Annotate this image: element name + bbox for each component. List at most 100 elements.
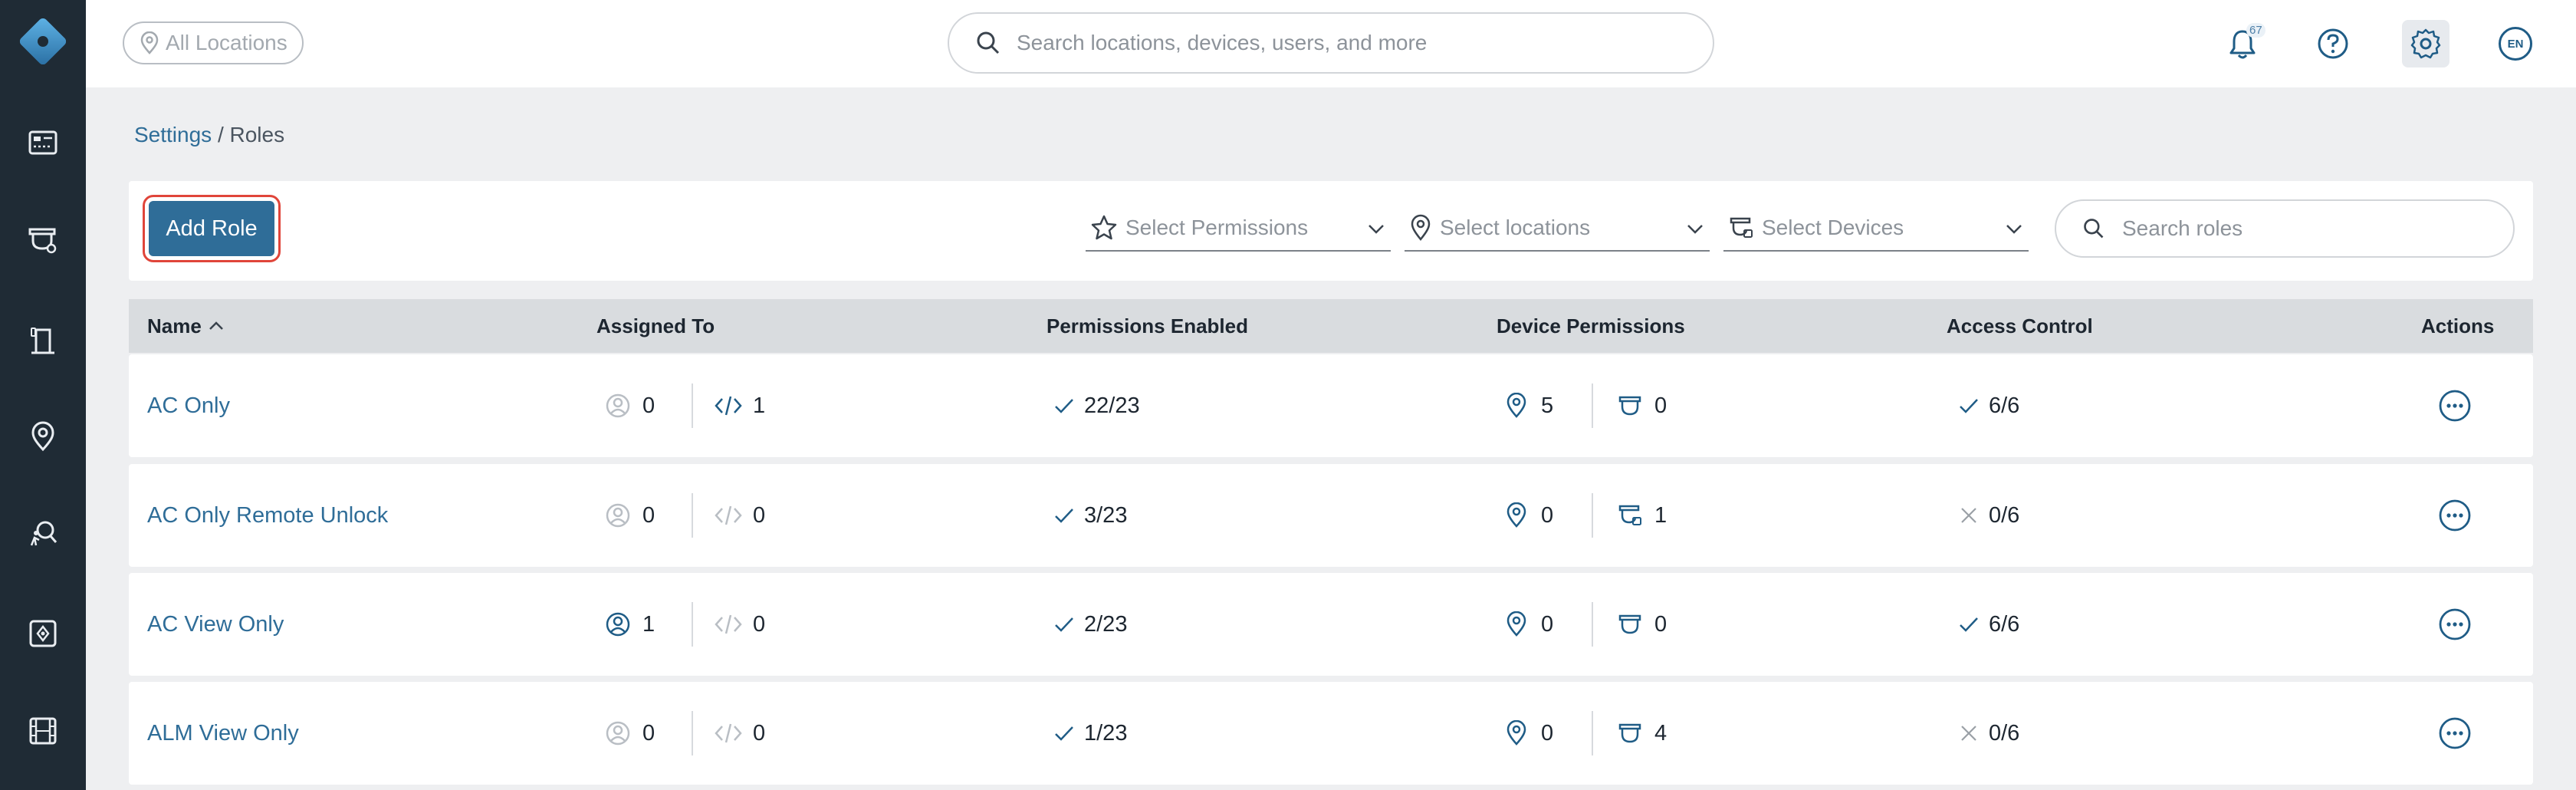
check-icon	[1953, 609, 1984, 640]
assigned-api-count: 0	[753, 502, 766, 528]
assigned-api-count: 0	[753, 611, 766, 637]
assigned-api-count: 0	[753, 720, 766, 746]
column-header-actions: Actions	[2421, 314, 2495, 337]
location-pin-icon	[1411, 214, 1431, 241]
role-name-link[interactable]: ALM View Only	[147, 721, 299, 746]
language-selector[interactable]: EN	[2492, 20, 2539, 67]
column-header-name[interactable]: Name	[147, 299, 226, 353]
app-logo[interactable]	[18, 16, 68, 67]
breadcrumb-settings-link[interactable]: Settings	[134, 123, 212, 146]
door-access-icon	[31, 328, 54, 354]
roles-toolbar: Add Role Select Permissions Select locat…	[129, 181, 2533, 281]
x-icon	[1953, 718, 1984, 749]
location-pin-icon	[1501, 718, 1532, 749]
nav-cameras[interactable]	[0, 197, 86, 283]
user-icon	[603, 500, 633, 531]
breadcrumb-separator: /	[212, 123, 230, 146]
settings-button[interactable]	[2402, 20, 2450, 67]
integrations-icon	[29, 620, 57, 647]
permissions-enabled-value: 2/23	[1084, 611, 1128, 637]
notifications-button[interactable]: 67	[2219, 20, 2266, 67]
roles-search-input[interactable]	[2122, 216, 2505, 241]
role-name-link[interactable]: AC Only	[147, 393, 230, 419]
permissions-filter-placeholder: Select Permissions	[1125, 216, 1309, 239]
devices-filter[interactable]: Select Devices	[1723, 206, 2029, 252]
more-options-button[interactable]	[2438, 389, 2472, 423]
check-icon	[1049, 390, 1079, 421]
dashboard-icon	[28, 130, 58, 155]
assigned-users-count: 1	[642, 611, 656, 637]
global-search-input[interactable]	[1017, 31, 1691, 55]
add-role-highlight: Add Role	[143, 195, 281, 262]
role-name-link[interactable]: AC View Only	[147, 612, 284, 637]
access-control-value: 6/6	[1989, 393, 2020, 418]
cell-divider	[1592, 493, 1593, 538]
locations-filter-placeholder: Select locations	[1440, 216, 1591, 239]
location-pin-icon	[1501, 609, 1532, 640]
all-locations-filter[interactable]: All Locations	[123, 21, 304, 64]
chevron-down-icon	[1687, 225, 1703, 234]
sidebar	[0, 0, 86, 790]
api-code-icon	[713, 500, 744, 531]
role-name-link[interactable]: AC Only Remote Unlock	[147, 503, 388, 528]
check-icon	[1049, 609, 1079, 640]
more-options-button[interactable]	[2438, 716, 2472, 750]
notification-count-badge: 67	[2246, 23, 2266, 38]
cell-divider	[692, 493, 693, 538]
column-header-permissions-enabled: Permissions Enabled	[1046, 314, 1248, 337]
locations-filter[interactable]: Select locations	[1405, 206, 1710, 252]
permissions-filter[interactable]: Select Permissions	[1086, 206, 1391, 252]
help-button[interactable]	[2309, 20, 2357, 67]
roles-search-bar[interactable]	[2055, 199, 2515, 258]
api-code-icon	[713, 390, 744, 421]
table-row[interactable]: AC Only Remote Unlock 0 0 3/23 0 1 0/6	[129, 464, 2533, 567]
location-permissions-count: 5	[1541, 393, 1554, 418]
nav-people-search[interactable]	[0, 491, 86, 577]
location-pin-icon	[140, 31, 159, 54]
assigned-users-count: 0	[642, 393, 656, 418]
access-control-value: 0/6	[1989, 502, 2020, 528]
nav-video[interactable]	[0, 688, 86, 774]
column-header-assigned-to: Assigned To	[596, 314, 715, 337]
table-row[interactable]: AC View Only 1 0 2/23 0 0 6/6	[129, 573, 2533, 676]
help-icon	[2318, 28, 2348, 59]
location-permissions-count: 0	[1541, 720, 1554, 746]
user-icon	[603, 718, 633, 749]
device-permissions-count: 4	[1654, 720, 1668, 746]
search-icon	[2084, 219, 2104, 239]
permissions-enabled-value: 3/23	[1084, 502, 1128, 528]
camera-dome-icon	[1615, 390, 1645, 421]
add-role-button[interactable]: Add Role	[149, 201, 274, 256]
gear-icon	[2410, 28, 2441, 59]
all-locations-label: All Locations	[166, 31, 288, 54]
permissions-enabled-value: 22/23	[1084, 393, 1140, 418]
chevron-down-icon	[2006, 225, 2022, 234]
camera-lock-icon	[1730, 217, 1753, 238]
more-options-button[interactable]	[2438, 607, 2472, 641]
cell-divider	[692, 383, 693, 428]
table-row[interactable]: AC Only 0 1 22/23 5 0 6/6	[129, 354, 2533, 457]
video-film-icon	[29, 717, 57, 745]
nav-locations[interactable]	[0, 393, 86, 479]
location-permissions-count: 0	[1541, 611, 1554, 637]
x-icon	[1953, 500, 1984, 531]
language-badge: EN	[2499, 27, 2532, 61]
more-options-button[interactable]	[2438, 499, 2472, 532]
location-pin-icon	[1501, 500, 1532, 531]
devices-filter-placeholder: Select Devices	[1762, 216, 1904, 239]
permissions-enabled-value: 1/23	[1084, 720, 1128, 746]
cell-divider	[1592, 383, 1593, 428]
global-search-bar[interactable]	[948, 12, 1714, 74]
assigned-users-count: 0	[642, 720, 656, 746]
location-pin-icon	[1501, 390, 1532, 421]
nav-dashboard[interactable]	[0, 100, 86, 186]
column-header-device-permissions: Device Permissions	[1497, 314, 1685, 337]
device-permissions-count: 0	[1654, 393, 1668, 418]
location-pin-icon	[31, 421, 54, 452]
access-control-value: 6/6	[1989, 611, 2020, 637]
device-permissions-count: 1	[1654, 502, 1668, 528]
nav-access-control[interactable]	[0, 297, 86, 383]
cell-divider	[692, 602, 693, 647]
table-row[interactable]: ALM View Only 0 0 1/23 0 4 0/6	[129, 682, 2533, 785]
nav-integrations[interactable]	[0, 591, 86, 676]
